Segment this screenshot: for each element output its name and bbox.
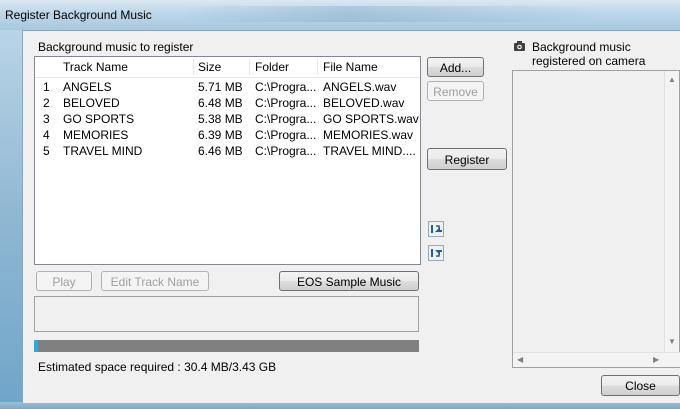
move-up-icon[interactable] — [428, 221, 444, 237]
camera-icon — [514, 40, 525, 51]
column-header-filename[interactable]: File Name — [323, 57, 378, 77]
track-file: TRAVEL MIND.... — [323, 144, 416, 158]
table-row[interactable]: 4 MEMORIES 6.39 MB C:\Progra... MEMORIES… — [35, 127, 420, 143]
track-file: BELOVED.wav — [323, 96, 405, 110]
track-name: GO SPORTS — [63, 112, 135, 126]
track-name: TRAVEL MIND — [63, 144, 143, 158]
window-title: Register Background Music — [5, 8, 152, 22]
table-row[interactable]: 2 BELOVED 6.48 MB C:\Progra... BELOVED.w… — [35, 95, 420, 111]
track-size: 5.71 MB — [198, 80, 243, 94]
move-down-icon[interactable] — [428, 245, 444, 261]
track-folder: C:\Progra... — [255, 112, 317, 126]
space-progress-fill — [34, 340, 38, 352]
column-separator — [249, 59, 250, 75]
right-panel-heading-line1: Background music — [532, 40, 631, 54]
window-frame-bottom — [0, 402, 680, 409]
table-row[interactable]: 3 GO SPORTS 5.38 MB C:\Progra... GO SPOR… — [35, 111, 420, 127]
column-header-folder[interactable]: Folder — [255, 57, 289, 77]
remove-button[interactable]: Remove — [427, 81, 484, 101]
add-button[interactable]: Add... — [427, 57, 484, 77]
title-bar-sheen — [180, 6, 600, 22]
register-button[interactable]: Register — [427, 148, 507, 170]
track-folder: C:\Progra... — [255, 96, 317, 110]
track-folder: C:\Progra... — [255, 144, 317, 158]
column-header-size[interactable]: Size — [198, 57, 221, 77]
scroll-down-arrow-icon[interactable]: ▼ — [668, 337, 676, 346]
row-number: 2 — [43, 96, 50, 110]
edit-track-name-button[interactable]: Edit Track Name — [101, 271, 209, 291]
window-frame-left — [0, 30, 22, 409]
row-number: 5 — [43, 144, 50, 158]
left-panel-heading: Background music to register — [38, 40, 194, 54]
column-header-track[interactable]: Track Name — [63, 57, 128, 77]
track-folder: C:\Progra... — [255, 128, 317, 142]
music-list[interactable]: Track Name Size Folder File Name 1 ANGEL… — [34, 56, 421, 265]
right-panel-heading-line2: registered on camera — [532, 54, 646, 68]
horizontal-scrollbar[interactable]: ◀ ▶ — [513, 352, 680, 367]
eos-sample-music-button[interactable]: EOS Sample Music — [279, 271, 419, 291]
track-name: BELOVED — [63, 96, 120, 110]
track-size: 5.38 MB — [198, 112, 243, 126]
play-button[interactable]: Play — [36, 271, 92, 291]
track-file: GO SPORTS.wav — [323, 112, 419, 126]
scroll-right-arrow-icon[interactable]: ▶ — [653, 355, 659, 364]
table-row[interactable]: 1 ANGELS 5.71 MB C:\Progra... ANGELS.wav — [35, 79, 420, 95]
track-file: MEMORIES.wav — [323, 128, 414, 142]
column-separator — [193, 59, 194, 75]
scroll-left-arrow-icon[interactable]: ◀ — [517, 355, 523, 364]
track-name: MEMORIES — [63, 128, 129, 142]
track-file: ANGELS.wav — [323, 80, 397, 94]
track-size: 6.48 MB — [198, 96, 243, 110]
track-size: 6.46 MB — [198, 144, 243, 158]
table-row[interactable]: 5 TRAVEL MIND 6.46 MB C:\Progra... TRAVE… — [35, 143, 420, 159]
estimated-space-text: Estimated space required : 30.4 MB/3.43 … — [38, 360, 277, 374]
close-button[interactable]: Close — [601, 375, 680, 396]
vertical-scrollbar[interactable]: ▲ ▼ — [664, 71, 679, 353]
row-number: 1 — [43, 80, 50, 94]
track-name: ANGELS — [63, 80, 112, 94]
registered-music-list[interactable]: ▲ ▼ ◀ ▶ — [512, 70, 680, 368]
column-separator — [317, 59, 318, 75]
scroll-up-arrow-icon[interactable]: ▲ — [668, 75, 676, 84]
track-size: 6.39 MB — [198, 128, 243, 142]
status-box — [34, 296, 419, 332]
space-progress-bar — [34, 340, 419, 352]
dialog-window: Register Background Music Background mus… — [0, 0, 680, 409]
track-folder: C:\Progra... — [255, 80, 317, 94]
title-bar[interactable]: Register Background Music — [0, 0, 680, 30]
row-number: 4 — [43, 128, 50, 142]
row-number: 3 — [43, 112, 50, 126]
